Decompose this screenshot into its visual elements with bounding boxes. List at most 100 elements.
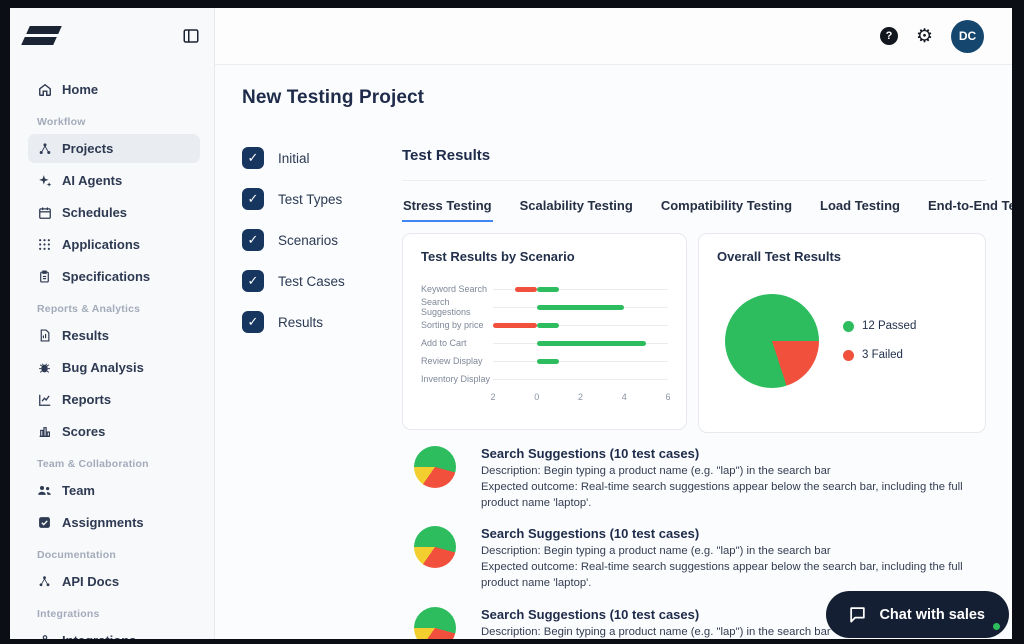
app-window: Home Workflow Projects AI Agents Schedul… [10, 8, 1012, 639]
top-bar: ? ⚙ DC [215, 8, 1012, 65]
sidebar-item-label: Assignments [62, 515, 144, 530]
tab-compatibility-testing[interactable]: Compatibility Testing [660, 194, 793, 222]
step-label: Test Cases [278, 274, 345, 289]
pie-legend: 12 Passed 3 Failed [843, 320, 916, 361]
sidebar-item-specifications[interactable]: Specifications [28, 262, 200, 291]
calendar-icon [37, 206, 52, 220]
failed-dot-icon [843, 350, 854, 361]
bar-chart-title: Test Results by Scenario [421, 249, 668, 264]
sidebar-item-projects[interactable]: Projects [28, 134, 200, 163]
sidebar-item-label: Applications [62, 237, 140, 252]
step-label: Test Types [278, 192, 342, 207]
test-case-row: Search Suggestions (10 test cases) Descr… [402, 526, 986, 591]
avatar[interactable]: DC [951, 20, 984, 53]
gear-icon[interactable]: ⚙ [916, 27, 933, 46]
app-logo [28, 26, 60, 45]
test-case-row: Search Suggestions (10 test cases) Descr… [402, 446, 986, 511]
test-type-tabs: Stress Testing Scalability Testing Compa… [402, 194, 986, 222]
sidebar-item-label: Projects [62, 141, 113, 156]
nodes-icon [37, 575, 52, 588]
online-status-dot [993, 623, 1000, 630]
projects-icon [37, 142, 52, 156]
sidebar-item-team[interactable]: Team [28, 476, 200, 505]
chat-bubble-icon [848, 605, 867, 624]
checkbox-checked-icon[interactable]: ✓ [242, 311, 264, 333]
step-label: Initial [278, 151, 310, 166]
file-chart-icon [37, 329, 52, 342]
scenario-results-card: Test Results by Scenario Keyword SearchS… [402, 233, 687, 430]
tab-load-testing[interactable]: Load Testing [819, 194, 901, 222]
sidebar-item-home[interactable]: Home [28, 75, 200, 104]
sidebar-section-documentation: Documentation [37, 549, 200, 561]
home-icon [37, 83, 52, 97]
sidebar-item-label: Bug Analysis [62, 360, 144, 375]
sidebar-item-label: Home [62, 82, 98, 97]
grid-icon [37, 238, 52, 251]
sidebar-section-workflow: Workflow [37, 116, 200, 128]
bug-icon [37, 361, 52, 374]
sparkles-icon [37, 174, 52, 188]
sidebar-item-label: Reports [62, 392, 111, 407]
step-scenarios: ✓ Scenarios [242, 229, 402, 251]
sidebar-section-integrations: Integrations [37, 608, 200, 620]
sidebar-item-schedules[interactable]: Schedules [28, 198, 200, 227]
sidebar-item-label: Team [62, 483, 95, 498]
legend-item-passed: 12 Passed [843, 320, 916, 332]
passed-dot-icon [843, 321, 854, 332]
clipboard-icon [37, 270, 52, 283]
sidebar-item-label: Integrations [62, 633, 136, 639]
sidebar-item-assignments[interactable]: Assignments [28, 508, 200, 537]
sidebar: Home Workflow Projects AI Agents Schedul… [10, 8, 215, 639]
sidebar-item-results[interactable]: Results [28, 321, 200, 350]
case-pie-icon [414, 526, 456, 568]
sidebar-item-label: Results [62, 328, 109, 343]
step-results: ✓ Results [242, 311, 402, 333]
step-test-types: ✓ Test Types [242, 188, 402, 210]
people-icon [37, 483, 52, 498]
sidebar-item-integrations[interactable]: Integrations [28, 626, 200, 639]
checked-square-icon [37, 516, 52, 529]
tab-scalability-testing[interactable]: Scalability Testing [519, 194, 634, 222]
step-label: Results [278, 315, 323, 330]
sidebar-item-ai-agents[interactable]: AI Agents [28, 166, 200, 195]
tab-stress-testing[interactable]: Stress Testing [402, 194, 493, 222]
case-pie-icon [414, 607, 456, 639]
divider [402, 180, 986, 181]
pie-chart-title: Overall Test Results [717, 249, 967, 264]
sidebar-item-bug-analysis[interactable]: Bug Analysis [28, 353, 200, 382]
sidebar-item-label: Schedules [62, 205, 127, 220]
results-heading: Test Results [402, 147, 986, 164]
sidebar-item-label: API Docs [62, 574, 119, 589]
bar-chart: Keyword SearchSearch SuggestionsSorting … [421, 280, 668, 408]
checkbox-checked-icon[interactable]: ✓ [242, 270, 264, 292]
sidebar-section-team-collaboration: Team & Collaboration [37, 458, 200, 470]
sidebar-item-reports[interactable]: Reports [28, 385, 200, 414]
page-title: New Testing Project [242, 87, 986, 109]
checkbox-checked-icon[interactable]: ✓ [242, 229, 264, 251]
pie-chart [725, 294, 819, 388]
checkbox-checked-icon[interactable]: ✓ [242, 188, 264, 210]
chat-with-sales-button[interactable]: Chat with sales [826, 591, 1009, 638]
trend-chart-icon [37, 393, 52, 407]
help-icon[interactable]: ? [880, 27, 898, 45]
sidebar-item-api-docs[interactable]: API Docs [28, 567, 200, 596]
steps-checklist: ✓ Initial ✓ Test Types ✓ Scenarios ✓ Tes… [242, 147, 402, 639]
sidebar-collapse-icon[interactable] [182, 27, 200, 45]
case-pie-icon [414, 446, 456, 488]
sidebar-item-label: Specifications [62, 269, 150, 284]
checkbox-checked-icon[interactable]: ✓ [242, 147, 264, 169]
sidebar-item-applications[interactable]: Applications [28, 230, 200, 259]
sidebar-item-label: AI Agents [62, 173, 122, 188]
results-panel: Test Results Stress Testing Scalability … [402, 147, 986, 639]
sidebar-section-reports-analytics: Reports & Analytics [37, 303, 200, 315]
webhook-icon [37, 634, 52, 640]
tab-end-to-end-testing[interactable]: End-to-End Testing [927, 194, 1012, 222]
sidebar-item-scores[interactable]: Scores [28, 417, 200, 446]
main-content: New Testing Project ✓ Initial ✓ Test Typ… [215, 65, 1012, 639]
legend-item-failed: 3 Failed [843, 349, 916, 361]
step-test-cases: ✓ Test Cases [242, 270, 402, 292]
bar-chart-icon [37, 425, 52, 438]
step-initial: ✓ Initial [242, 147, 402, 169]
step-label: Scenarios [278, 233, 338, 248]
sidebar-item-label: Scores [62, 424, 105, 439]
